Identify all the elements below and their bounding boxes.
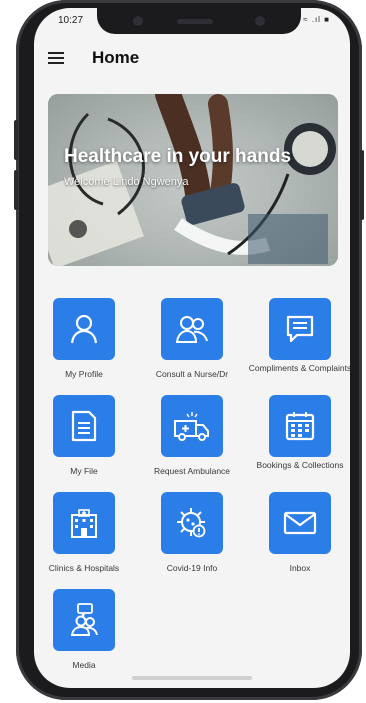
tile-media[interactable]: Media [34, 589, 137, 670]
virus-icon [161, 492, 223, 554]
tile-compliments-complaints[interactable]: Compliments & Complaints [247, 298, 350, 373]
tile-label: Media [72, 660, 96, 670]
tile-consult-nurse-dr[interactable]: Consult a Nurse/Dr [139, 298, 245, 379]
front-camera [133, 16, 143, 26]
side-button [360, 150, 364, 220]
hamburger-menu-icon[interactable] [48, 52, 64, 64]
tile-label: Clinics & Hospitals [48, 563, 120, 573]
profile-icon [53, 298, 115, 360]
media-icon [53, 589, 115, 651]
ambulance-icon [161, 395, 223, 457]
tile-clinics-hospitals[interactable]: Clinics & Hospitals [34, 492, 137, 573]
tile-label: My File [70, 466, 98, 476]
hero-banner: Healthcare in your hands Welcome Lindo N… [48, 94, 338, 266]
tile-request-ambulance[interactable]: Request Ambulance [139, 395, 245, 476]
tile-my-file[interactable]: My File [34, 395, 137, 476]
tile-covid-19-info[interactable]: Covid-19 Info [139, 492, 245, 573]
calendar-icon [269, 395, 331, 457]
tile-my-profile[interactable]: My Profile [34, 298, 137, 379]
tile-label: Inbox [289, 563, 311, 573]
nurse-doctor-icon [161, 298, 223, 360]
speaker [177, 19, 213, 24]
notch [97, 8, 301, 34]
status-time: 10:27 [58, 15, 84, 26]
tile-label: Covid-19 Info [166, 563, 218, 573]
chat-bubble-icon [269, 298, 331, 360]
tile-inbox[interactable]: Inbox [247, 492, 350, 573]
sensor [255, 16, 265, 26]
tile-label: Request Ambulance [153, 466, 231, 476]
page-title: Home [92, 48, 140, 67]
side-button [14, 170, 18, 210]
app-bar: Home [34, 38, 350, 82]
banner-subtitle: Welcome Lindo Ngwenya [64, 176, 189, 188]
side-button [14, 120, 18, 160]
document-icon [53, 395, 115, 457]
hospital-icon [53, 492, 115, 554]
tile-label: My Profile [65, 369, 103, 379]
envelope-icon [269, 492, 331, 554]
tile-label: Bookings & Collections [256, 460, 344, 470]
tile-label: Consult a Nurse/Dr [155, 369, 229, 379]
phone-screen: 10:27 N ≈ .ıl ■ Home Healthcare in your … [34, 8, 350, 688]
tile-bookings-collections[interactable]: Bookings & Collections [247, 395, 350, 470]
home-indicator[interactable] [132, 676, 252, 680]
tile-label: Compliments & Complaints [248, 363, 350, 373]
banner-title: Healthcare in your hands [64, 146, 292, 167]
